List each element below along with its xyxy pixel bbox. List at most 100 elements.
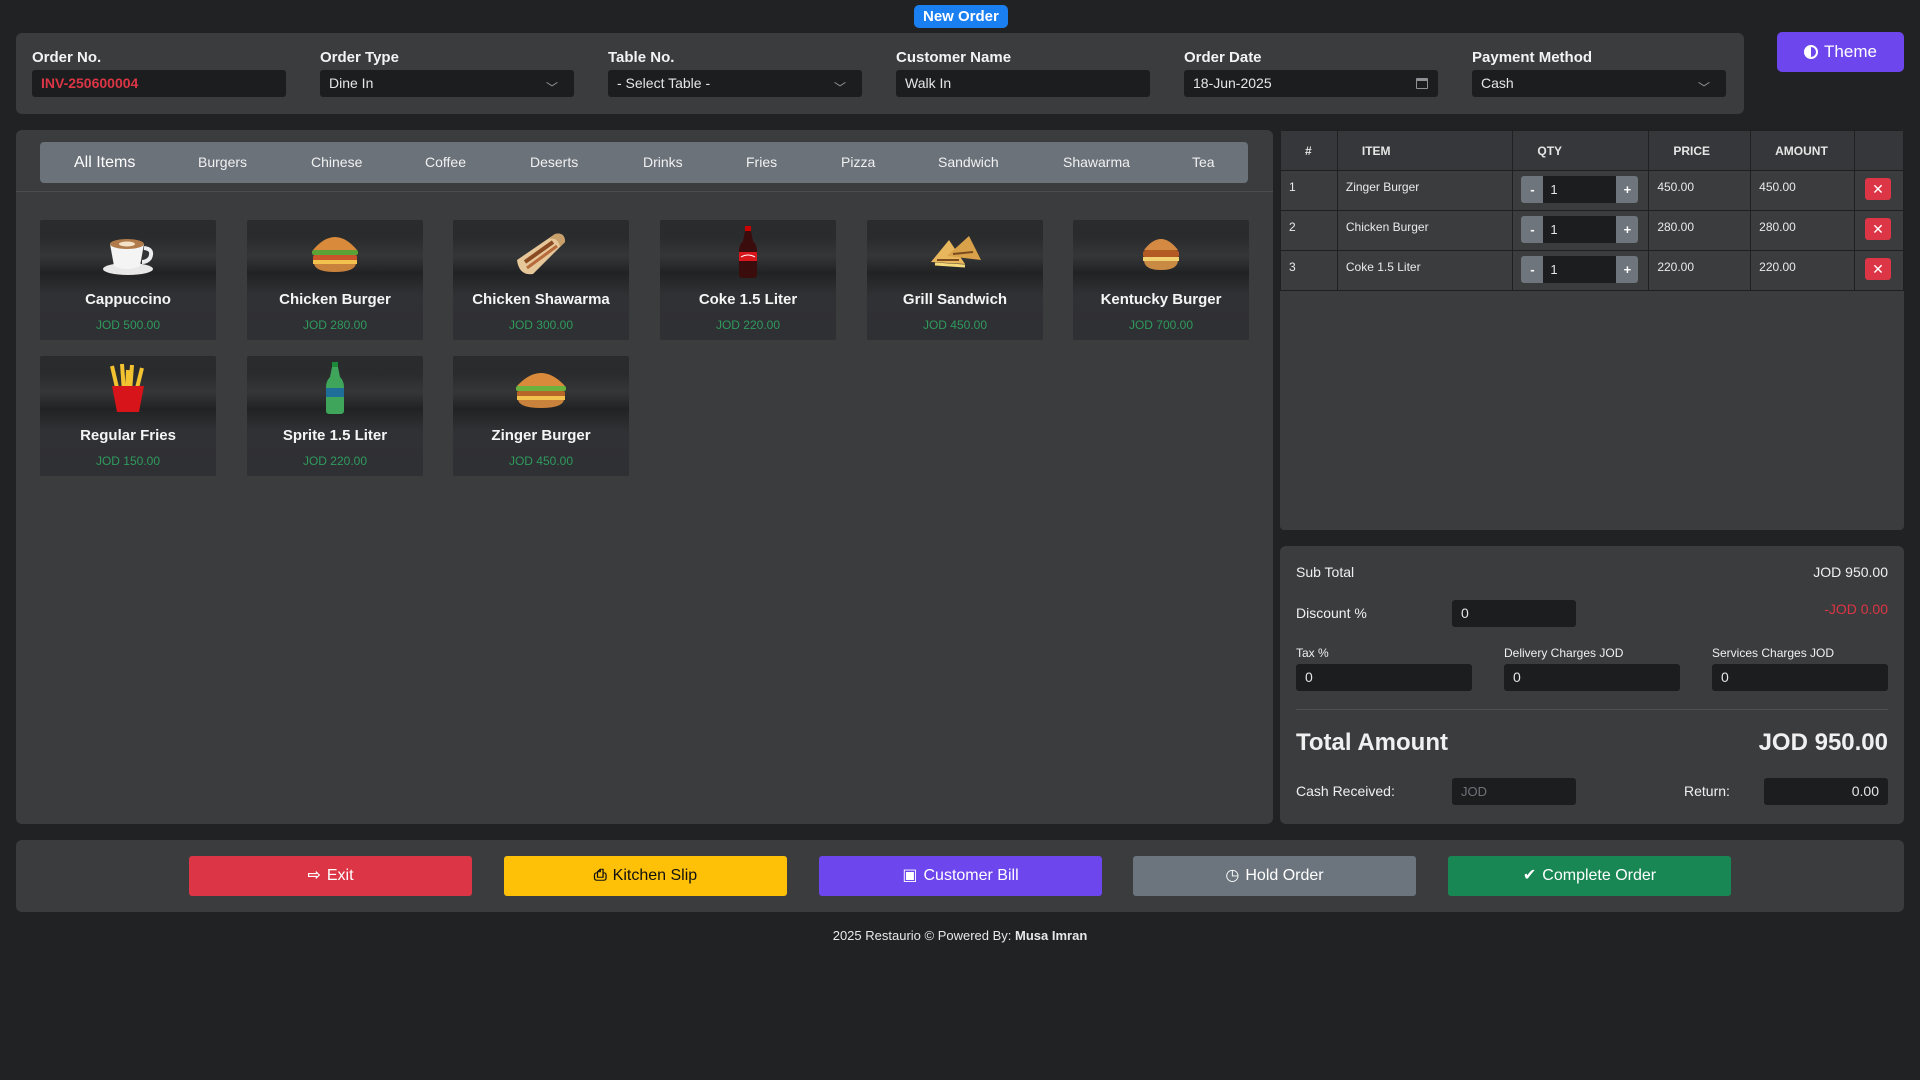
qty-minus-button[interactable]: - [1521,256,1544,283]
menu-item-price: JOD 280.00 [302,318,368,332]
tax-label: Tax % [1296,646,1329,660]
menu-item-name: Grill Sandwich [902,291,1008,308]
tax-input[interactable]: 0 [1296,664,1472,691]
qty-minus-button[interactable]: - [1521,176,1544,203]
calendar-icon[interactable] [1416,78,1428,89]
menu-item-card[interactable]: Sprite 1.5 Liter JOD 220.00 [247,356,423,476]
col-item: ITEM [1336,130,1514,171]
kitchen-slip-button[interactable]: ⎙ Kitchen Slip [504,856,787,896]
quantity-stepper: -1 + [1521,176,1648,203]
table-row: 2 Chicken Burger -1 + 280.00 280.00 ✕ [1280,210,1904,251]
col-qty: QTY [1512,130,1650,171]
menu-item-price: JOD 220.00 [302,454,368,468]
cash-received-label: Cash Received: [1296,783,1395,799]
complete-order-button[interactable]: ✔ Complete Order [1448,856,1731,896]
customer-bill-button[interactable]: ▣ Customer Bill [819,856,1102,896]
burger-icon [247,226,423,278]
tab-shawarma[interactable]: Shawarma [1063,142,1130,183]
chevron-down-icon: ﹀ [833,81,846,95]
table-no-value: - Select Table - [617,75,711,91]
customer-name-input[interactable]: Walk In [896,70,1150,97]
tab-all-items[interactable]: All Items [74,142,135,183]
action-bar: ⇨ Exit ⎙ Kitchen Slip ▣ Customer Bill ◷ Hold… [16,840,1904,912]
cart-header-row: # ITEM QTY PRICE AMOUNT [1280,130,1904,171]
row-price: 450.00 [1648,170,1752,211]
menu-item-price: JOD 220.00 [715,318,781,332]
order-no-input[interactable]: INV-250600004 [32,70,286,97]
totals-panel: Sub Total JOD 950.00 Discount % 0 -JOD 0… [1280,546,1904,824]
col-amount: AMOUNT [1750,130,1856,171]
discount-input[interactable]: 0 [1452,600,1576,627]
menu-item-card[interactable]: Regular Fries JOD 150.00 [40,356,216,476]
menu-item-card[interactable]: Zinger Burger JOD 450.00 [453,356,629,476]
services-charges-input[interactable]: 0 [1712,664,1888,691]
order-date-input[interactable]: 18-Jun-2025 [1184,70,1438,97]
menu-item-name: Kentucky Burger [1100,291,1222,308]
return-label: Return: [1684,783,1730,799]
exit-button[interactable]: ⇨ Exit [189,856,472,896]
menu-item-price: JOD 500.00 [95,318,161,332]
complete-order-button-label: Complete Order [1542,867,1657,884]
remove-item-button[interactable]: ✕ [1865,258,1892,280]
menu-item-card[interactable]: Chicken Shawarma JOD 300.00 [453,220,629,340]
tab-burgers[interactable]: Burgers [198,142,247,183]
qty-plus-button[interactable]: + [1616,216,1639,243]
table-no-select[interactable]: - Select Table - ﹀ [608,70,862,97]
theme-button-label: Theme [1824,42,1877,61]
order-type-field: Order Type Dine In ﹀ [320,49,574,97]
qty-plus-button[interactable]: + [1616,176,1639,203]
tab-coffee[interactable]: Coffee [425,142,466,183]
menu-item-card[interactable]: Kentucky Burger JOD 700.00 [1073,220,1249,340]
row-price: 280.00 [1648,210,1752,251]
discount-amount: -JOD 0.00 [1824,601,1888,617]
row-amount: 220.00 [1750,250,1856,291]
delivery-charges-input[interactable]: 0 [1504,664,1680,691]
payment-method-label: Payment Method [1472,49,1593,66]
qty-input[interactable]: 1 [1543,256,1617,283]
qty-plus-button[interactable]: + [1616,256,1639,283]
payment-method-select[interactable]: Cash ﹀ [1472,70,1726,97]
theme-button[interactable]: Theme [1777,32,1904,72]
cola-bottle-icon [660,226,836,278]
order-date-label: Order Date [1184,49,1262,66]
tab-deserts[interactable]: Deserts [530,142,578,183]
menu-item-card[interactable]: Chicken Burger JOD 280.00 [247,220,423,340]
tab-tea[interactable]: Tea [1192,142,1215,183]
order-header: Order No. INV-250600004 Order Type Dine … [16,33,1744,114]
row-number: 1 [1280,170,1338,211]
qty-input[interactable]: 1 [1543,216,1617,243]
return-value: 0.00 [1764,778,1888,805]
tab-sandwich[interactable]: Sandwich [938,142,999,183]
order-type-select[interactable]: Dine In ﹀ [320,70,574,97]
tab-fries[interactable]: Fries [746,142,777,183]
remove-item-button[interactable]: ✕ [1865,218,1892,240]
subtotal-value: JOD 950.00 [1813,564,1888,580]
menu-item-card[interactable]: Cappuccino JOD 500.00 [40,220,216,340]
col-remove [1854,130,1904,171]
tab-pizza[interactable]: Pizza [841,142,875,183]
hold-order-button-label: Hold Order [1245,867,1324,884]
hold-order-button[interactable]: ◷ Hold Order [1133,856,1416,896]
menu-item-name: Sprite 1.5 Liter [282,427,388,444]
clock-icon: ◷ [1225,867,1240,884]
order-date-field: Order Date 18-Jun-2025 [1184,49,1438,97]
menu-item-card[interactable]: Coke 1.5 Liter JOD 220.00 [660,220,836,340]
qty-input[interactable]: 1 [1543,176,1617,203]
cash-received-input[interactable]: JOD [1452,778,1576,805]
remove-cell: ✕ [1854,210,1904,251]
payment-method-value: Cash [1481,75,1514,91]
col-number: # [1280,130,1338,171]
menu-item-name: Coke 1.5 Liter [698,291,798,308]
subtotal-label: Sub Total [1296,564,1355,580]
tab-chinese[interactable]: Chinese [311,142,362,183]
tab-drinks[interactable]: Drinks [643,142,683,183]
cart-table: # ITEM QTY PRICE AMOUNT 1 Zinger Burger … [1280,130,1904,291]
chevron-down-icon: ﹀ [545,81,558,95]
remove-item-button[interactable]: ✕ [1865,178,1892,200]
menu-item-price: JOD 300.00 [508,318,574,332]
menu-item-card[interactable]: Grill Sandwich JOD 450.00 [867,220,1043,340]
qty-minus-button[interactable]: - [1521,216,1544,243]
menu-panel: All Items Burgers Chinese Coffee Deserts… [16,130,1273,824]
money-bill-icon: ▣ [902,867,918,884]
payment-method-field: Payment Method Cash ﹀ [1472,49,1726,97]
